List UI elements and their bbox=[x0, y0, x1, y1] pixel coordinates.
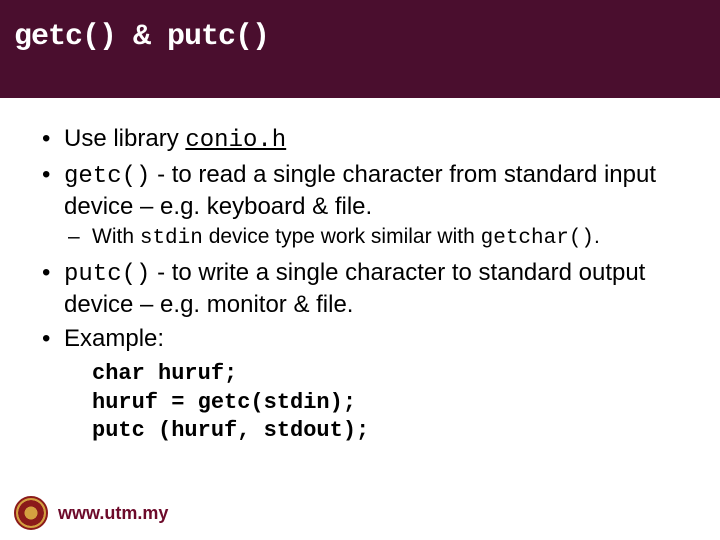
bullet-3-code: putc() bbox=[64, 261, 150, 288]
bullet-2-sublist: With stdin device type work similar with… bbox=[64, 224, 684, 252]
bullet-1: Use library conio.h bbox=[36, 124, 684, 156]
bullet-4: Example: bbox=[36, 324, 684, 354]
bullet-3: putc() - to write a single character to … bbox=[36, 258, 684, 320]
bullet-2-sub-code1: stdin bbox=[140, 227, 203, 250]
footer-url: www.utm.my bbox=[58, 503, 168, 524]
bullet-4-text: Example: bbox=[64, 325, 164, 352]
bullet-2-sub-post: . bbox=[594, 225, 600, 248]
bullet-2-sub: With stdin device type work similar with… bbox=[64, 224, 684, 252]
footer: www.utm.my bbox=[14, 496, 168, 530]
slide-title: getc() & putc() bbox=[14, 20, 269, 54]
bullet-1-pre: Use library bbox=[64, 125, 185, 152]
bullet-2-sub-code2: getchar() bbox=[481, 227, 594, 250]
bullet-1-code: conio.h bbox=[185, 127, 286, 154]
title-bar: getc() & putc() bbox=[0, 0, 720, 98]
code-line-3: putc (huruf, stdout); bbox=[92, 417, 684, 446]
bullet-2-code: getc() bbox=[64, 163, 150, 190]
bullet-list: Use library conio.h getc() - to read a s… bbox=[36, 124, 684, 354]
code-line-2: huruf = getc(stdin); bbox=[92, 389, 684, 418]
bullet-2: getc() - to read a single character from… bbox=[36, 160, 684, 252]
bullet-2-post: - to read a single character from standa… bbox=[64, 161, 656, 220]
slide-content: Use library conio.h getc() - to read a s… bbox=[0, 98, 720, 446]
bullet-2-sub-mid: device type work similar with bbox=[203, 225, 481, 248]
code-example: char huruf; huruf = getc(stdin); putc (h… bbox=[36, 360, 684, 446]
bullet-3-post: - to write a single character to standar… bbox=[64, 259, 645, 318]
bullet-2-sub-pre: With bbox=[92, 225, 140, 248]
utm-logo-icon bbox=[14, 496, 48, 530]
code-line-1: char huruf; bbox=[92, 360, 684, 389]
